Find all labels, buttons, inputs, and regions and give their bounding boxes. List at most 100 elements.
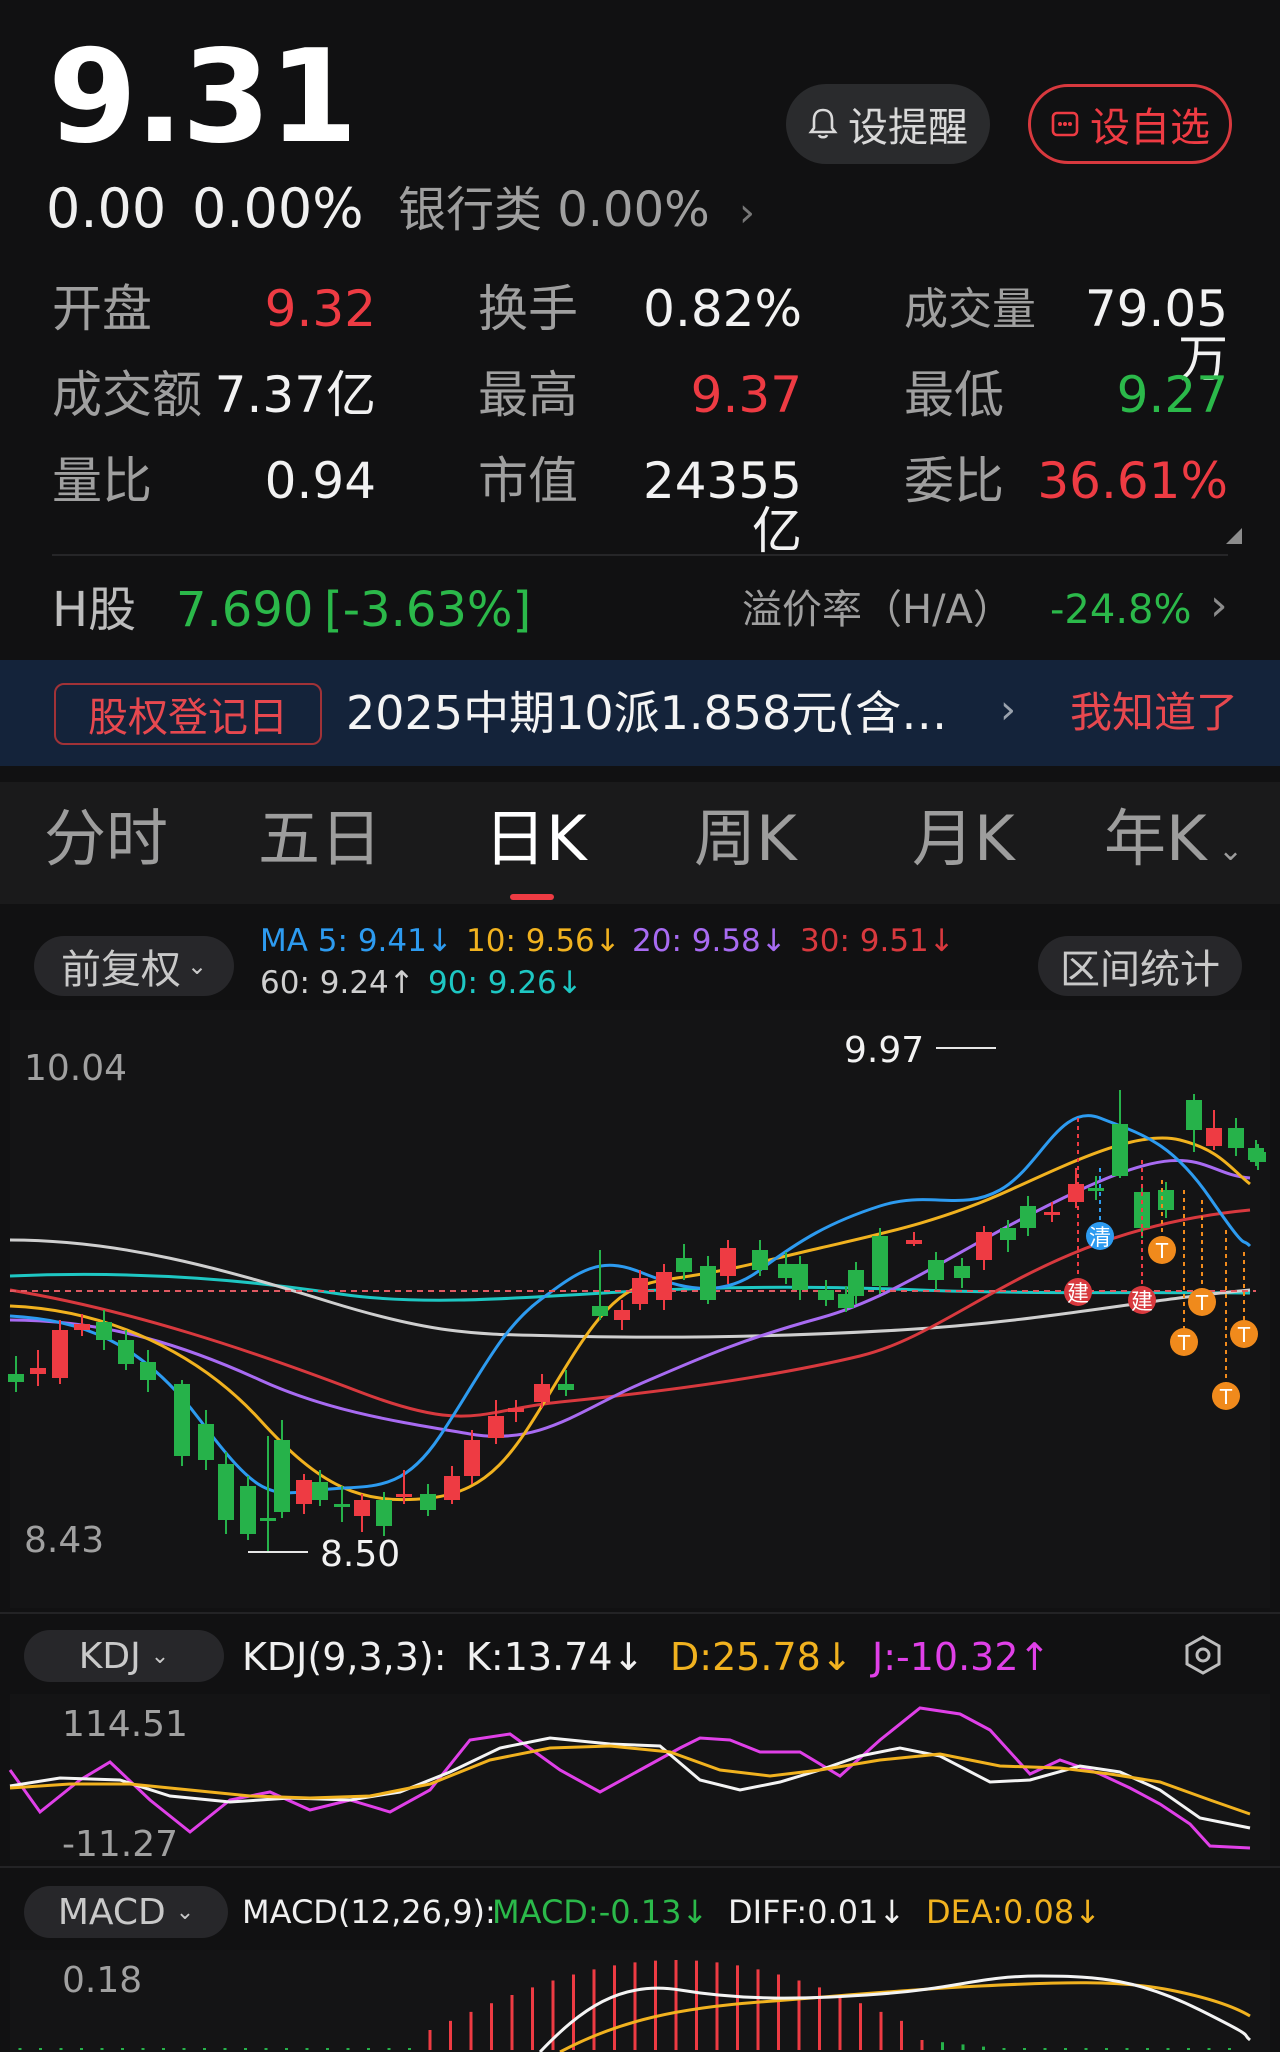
- candle-body: [534, 1384, 550, 1402]
- chevron-right-icon[interactable]: ›: [1000, 690, 1016, 730]
- candle-body: [1088, 1188, 1104, 1191]
- build-position-marker: 建: [1064, 1278, 1092, 1307]
- record-date-tag: 股权登记日: [54, 683, 322, 745]
- candle-body: [376, 1500, 392, 1526]
- ma5-label: MA 5: 9.41↓: [260, 923, 453, 959]
- candle-body: [954, 1266, 970, 1278]
- chevron-down-icon: ⌄: [150, 1643, 170, 1669]
- market-cap-label: 市值: [478, 452, 578, 510]
- tab-monthly-k[interactable]: 月K: [912, 808, 1015, 870]
- macd-params: MACD(12,26,9):: [242, 1893, 496, 1931]
- hshare-change: [-3.63%]: [324, 582, 532, 638]
- candle-body: [614, 1310, 630, 1320]
- chevron-down-icon: ⌄: [186, 952, 208, 980]
- set-alert-label: 设提醒: [848, 105, 968, 151]
- candle-body: [1228, 1128, 1244, 1148]
- period-high-label: 9.97: [844, 1030, 924, 1071]
- candle-body: [260, 1518, 276, 1521]
- svg-text:T: T: [1177, 1331, 1191, 1355]
- tab-five-day[interactable]: 五日: [258, 808, 382, 870]
- add-watchlist-label: 设自选: [1090, 105, 1210, 151]
- candle-body: [818, 1290, 834, 1300]
- bell-icon: [808, 108, 838, 139]
- candle-body: [976, 1232, 992, 1260]
- hshare-label: H股: [52, 582, 137, 638]
- macd-selector[interactable]: MACD ⌄: [24, 1886, 228, 1938]
- candle-body: [464, 1440, 480, 1476]
- ma20-label: 20: 9.58↓: [632, 923, 787, 959]
- y-axis-min-label: 8.43: [24, 1520, 104, 1561]
- macd-chart[interactable]: 0.18: [0, 1950, 1280, 2052]
- candle-body: [792, 1264, 808, 1290]
- kdj-j-value: J:-10.32↑: [872, 1635, 1051, 1679]
- macd-dea-value: DEA:0.08↓: [926, 1893, 1102, 1931]
- dismiss-button[interactable]: 我知道了: [1070, 692, 1238, 734]
- candle-body: [140, 1362, 156, 1380]
- t-trade-marker: T: [1148, 1236, 1176, 1264]
- candle-body: [396, 1494, 412, 1497]
- candle-body: [52, 1330, 68, 1378]
- candle-body: [848, 1270, 864, 1296]
- ma60-label: 60: 9.24↑: [260, 965, 415, 1001]
- candle-body: [198, 1424, 214, 1460]
- candle-body: [444, 1476, 460, 1500]
- chevron-down-icon[interactable]: ⌄: [1218, 836, 1243, 866]
- market-cap-value: 24355亿: [642, 452, 802, 560]
- candle-body: [1020, 1206, 1036, 1228]
- macd-selector-label: MACD: [57, 1891, 166, 1933]
- last-price: 9.31: [48, 23, 358, 172]
- sector-label: 银行类 0.00%: [398, 182, 710, 238]
- macd-y-max-label: 0.18: [62, 1960, 142, 2001]
- tab-weekly-k[interactable]: 周K: [694, 808, 797, 870]
- tab-yearly-k[interactable]: 年K: [1104, 808, 1207, 870]
- kdj-selector[interactable]: KDJ ⌄: [24, 1630, 224, 1682]
- expand-corner-icon[interactable]: [1226, 528, 1242, 544]
- candle-body: [420, 1494, 436, 1510]
- candle-body: [1158, 1190, 1174, 1210]
- svg-text:T: T: [1195, 1291, 1209, 1315]
- active-tab-indicator: [510, 894, 554, 900]
- y-axis-max-label: 10.04: [24, 1048, 127, 1089]
- candle-body: [296, 1480, 312, 1504]
- candle-body: [1068, 1184, 1084, 1202]
- watchlist-icon: [1051, 111, 1079, 137]
- settings-icon[interactable]: [1182, 1634, 1224, 1676]
- period-tabs: [0, 782, 1280, 904]
- dividend-notice-text[interactable]: 2025中期10派1.858元(含…: [346, 690, 947, 736]
- candle-body: [1250, 1152, 1266, 1162]
- candle-body: [1044, 1212, 1060, 1215]
- price-change-percent: 0.00%: [192, 177, 364, 240]
- kdj-chart[interactable]: 114.51 -11.27: [0, 1694, 1280, 1862]
- divider: [52, 554, 1228, 556]
- candle-body: [1206, 1128, 1222, 1146]
- candle-body: [700, 1266, 716, 1300]
- candle-body: [218, 1464, 234, 1520]
- candle-body: [632, 1278, 648, 1304]
- open-value: 9.32: [264, 280, 376, 338]
- set-alert-button[interactable]: 设提醒: [786, 84, 990, 164]
- kline-chart[interactable]: 清 建 建 T T T T T 10.04 8.43 9.97 8.50: [0, 1010, 1280, 1610]
- amount-label: 成交额: [52, 366, 202, 424]
- add-watchlist-button[interactable]: 设自选: [1028, 84, 1232, 164]
- candle-body: [752, 1250, 768, 1270]
- adjust-selector[interactable]: 前复权 ⌄: [34, 936, 234, 996]
- macd-diff-value: DIFF:0.01↓: [728, 1893, 906, 1931]
- candle-body: [1112, 1124, 1128, 1176]
- kdj-params: KDJ(9,3,3):: [242, 1635, 447, 1679]
- candle-body: [488, 1416, 504, 1438]
- candle-body: [312, 1482, 328, 1500]
- price-change: 0.00: [46, 177, 167, 240]
- candle-body: [508, 1408, 524, 1412]
- range-stats-button[interactable]: 区间统计: [1038, 936, 1242, 996]
- sector-link[interactable]: 银行类 0.00% ›: [398, 186, 755, 234]
- chevron-right-icon[interactable]: ›: [1210, 584, 1228, 628]
- tab-intraday[interactable]: 分时: [44, 808, 168, 870]
- high-value: 9.37: [690, 366, 802, 424]
- candle-body: [872, 1236, 888, 1286]
- candle-body: [334, 1504, 350, 1507]
- commission-ratio-label: 委比: [904, 452, 1004, 510]
- candle-body: [720, 1248, 736, 1276]
- tab-daily-k[interactable]: 日K: [484, 808, 587, 870]
- svg-text:建: 建: [1131, 1290, 1153, 1315]
- svg-text:清: 清: [1089, 1226, 1111, 1251]
